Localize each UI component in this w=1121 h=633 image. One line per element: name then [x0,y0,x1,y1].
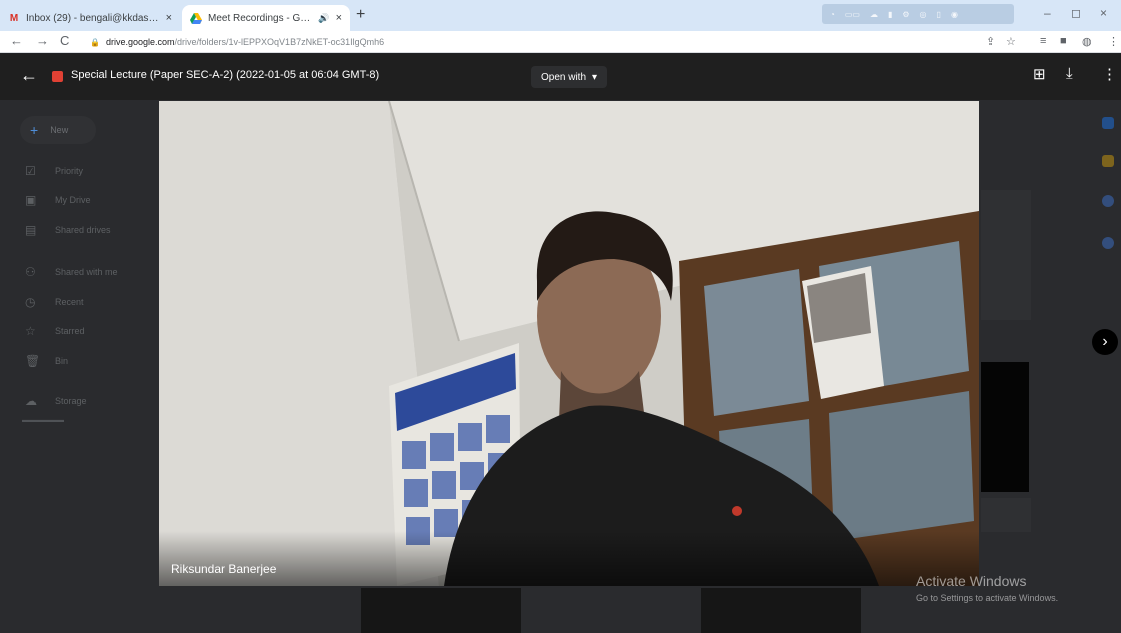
starred-icon: ☆ [25,324,36,338]
open-with-label: Open with [541,71,587,83]
tasks-icon[interactable] [1102,195,1114,207]
url-field[interactable]: 🔒 drive.google.com/drive/folders/1v-lEPP… [82,34,982,50]
file-card[interactable] [981,362,1029,492]
shared-with-me-icon: ⚇ [25,265,36,279]
cloud-icon: ☁ [869,9,878,19]
next-file-button[interactable]: › [1092,329,1118,355]
app-icon: ◉ [950,9,958,19]
browser-tab-strip: M Inbox (29) - bengali@kkdascollc × Meet… [0,0,1121,31]
sidebar-item-label: Starred [55,326,85,336]
priority-icon: ☑ [25,164,36,178]
open-with-button[interactable]: Open with ▾ [531,66,608,88]
video-frame-image [159,101,979,586]
new-button[interactable]: + New [20,116,96,144]
reading-list-icon[interactable]: ≡ [1040,35,1046,47]
browser-menu-icon[interactable]: ⋮ [1108,35,1119,48]
sidebar-item-label: Bin [55,356,69,366]
tab-close-icon[interactable]: × [336,12,342,24]
sidebar-item-starred[interactable]: ☆ Starred [25,324,85,338]
gmail-icon: M [9,12,19,24]
contacts-icon[interactable] [1102,237,1114,249]
tab-gmail-inbox[interactable]: M Inbox (29) - bengali@kkdascollc × [0,5,180,31]
storage-usage-text: ▬▬▬▬▬▬ [22,417,64,424]
forward-button[interactable]: → [36,33,49,48]
tab-title: Meet Recordings - Google D [208,12,314,24]
sidebar-item-label: Shared with me [55,267,118,277]
sidebar-item-priority[interactable]: ☑ Priority [25,164,83,178]
person-icon: ▮ [887,9,893,19]
shared-drives-icon: ▤ [25,223,37,237]
sidebar-item-shared-drives[interactable]: ▤ Shared drives [25,223,111,237]
google-drive-icon [190,12,202,24]
taskbar-overlay: ◔ ▭▭ ☁ ▮ ⚙ ◎ ▯ ◉ [822,4,1014,24]
my-drive-icon: ▣ [25,193,37,207]
file-title: Special Lecture (Paper SEC-A-2) (2022-01… [71,69,380,81]
sidebar-item-label: Shared drives [55,225,111,235]
recent-icon: ◷ [25,295,36,309]
download-icon[interactable]: ⤓ [1066,65,1073,82]
new-button-label: New [50,125,69,135]
audio-playing-icon[interactable]: 🔊 [318,13,329,24]
sidebar-item-my-drive[interactable]: ▣ My Drive [25,193,91,207]
close-window-button[interactable]: × [1100,6,1107,20]
sidebar-item-label: Priority [55,166,84,176]
sidebar-item-label: My Drive [55,195,91,205]
tab-meet-recordings[interactable]: Meet Recordings - Google D 🔊 × [182,5,350,31]
video-player[interactable] [159,101,979,586]
preview-toolbar: ← Special Lecture (Paper SEC-A-2) (2022-… [0,54,1121,100]
sidebar-item-bin[interactable]: 🗑 Bin [25,354,68,368]
new-tab-button[interactable]: + [356,6,365,24]
close-preview-arrow-icon[interactable]: ← [20,65,38,86]
activate-windows-title: Activate Windows [916,573,1027,589]
url-path: /drive/folders/1v-lEPPXOqV1B7zNkET-oc31I… [174,37,385,47]
url-host: drive.google.com [105,37,175,47]
app-icon: ▯ [936,9,941,19]
share-icon[interactable]: ⇪ [986,35,995,48]
bookmark-star-icon[interactable]: ☆ [1006,35,1016,48]
plus-icon: + [30,122,39,138]
chevron-right-icon: › [1102,333,1108,350]
sidebar-item-recent[interactable]: ◷ Recent [25,295,84,309]
tab-title: Inbox (29) - bengali@kkdascollc [26,12,160,24]
lock-icon: 🔒 [90,37,100,47]
file-thumbnail[interactable] [701,588,861,633]
activate-windows-subtitle: Go to Settings to activate Windows. [916,593,1059,603]
storage-icon: ☁ [25,394,37,408]
minimize-button[interactable]: – [1044,6,1051,20]
back-button[interactable]: ← [10,33,23,48]
more-options-icon[interactable]: ⋮ [1102,65,1117,83]
add-comment-icon[interactable]: ⊞ [1033,65,1046,83]
settings-icon: ⚙ [902,9,910,19]
side-panel-icon[interactable]: ■ [1060,35,1067,47]
file-thumbnail[interactable] [361,588,521,633]
sidebar-item-storage[interactable]: ☁ Storage [25,394,87,408]
file-card[interactable] [981,190,1031,320]
bin-icon: 🗑 [25,354,41,368]
profile-avatar-icon[interactable]: ◍ [1082,35,1092,48]
sidebar-item-label: Storage [55,396,87,406]
sidebar-item-shared-with-me[interactable]: ⚇ Shared with me [25,265,118,279]
keyboard-icon: ▭▭ [844,9,860,19]
file-card[interactable] [981,498,1031,532]
app-icon: ◎ [919,9,927,19]
chevron-down-icon: ▾ [592,71,598,83]
calendar-icon[interactable] [1102,117,1114,129]
tab-close-icon[interactable]: × [166,12,172,24]
reload-button[interactable]: C [60,33,69,48]
search-icon: ◔ [830,9,835,19]
video-file-icon [52,71,63,82]
participant-name: Riksundar Banerjee [171,562,277,576]
keep-icon[interactable] [1102,155,1114,167]
sidebar-item-label: Recent [55,297,84,307]
restore-button[interactable]: ◻ [1071,6,1081,20]
address-bar-row: ← → C 🔒 drive.google.com/drive/folders/1… [0,31,1121,53]
